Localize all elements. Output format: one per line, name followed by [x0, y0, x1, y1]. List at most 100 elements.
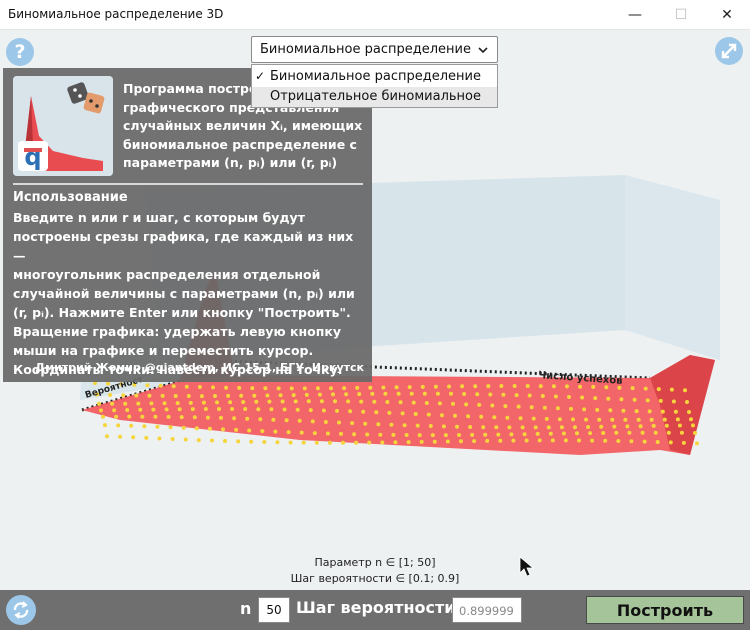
surface-point[interactable]: [693, 431, 697, 435]
surface-point[interactable]: [224, 385, 229, 390]
surface-point[interactable]: [275, 440, 280, 445]
surface-point[interactable]: [357, 392, 362, 397]
surface-point[interactable]: [604, 385, 609, 390]
surface-point[interactable]: [217, 407, 221, 411]
surface-point[interactable]: [668, 440, 673, 445]
surface-point[interactable]: [535, 431, 540, 436]
surface-point[interactable]: [385, 400, 390, 404]
surface-point[interactable]: [577, 438, 581, 443]
surface-point[interactable]: [660, 409, 665, 414]
surface-point[interactable]: [249, 439, 254, 444]
surface-point[interactable]: [99, 408, 103, 413]
surface-point[interactable]: [323, 420, 328, 424]
surface-point[interactable]: [129, 423, 134, 428]
surface-point[interactable]: [623, 417, 628, 422]
surface-point[interactable]: [333, 399, 337, 404]
surface-point[interactable]: [147, 393, 152, 398]
surface-point[interactable]: [164, 407, 169, 412]
surface-point[interactable]: [252, 393, 257, 398]
surface-point[interactable]: [280, 399, 285, 404]
surface-point[interactable]: [529, 405, 534, 410]
surface-point[interactable]: [387, 410, 392, 415]
surface-point[interactable]: [383, 391, 388, 396]
surface-point[interactable]: [391, 432, 396, 437]
surface-point[interactable]: [656, 387, 661, 392]
surface-point[interactable]: [666, 430, 671, 435]
surface-point[interactable]: [205, 415, 210, 420]
surface-point[interactable]: [636, 417, 641, 422]
surface-point[interactable]: [417, 433, 422, 438]
surface-point[interactable]: [207, 426, 212, 431]
surface-point[interactable]: [350, 421, 355, 426]
surface-point[interactable]: [105, 434, 109, 439]
surface-point[interactable]: [496, 432, 501, 437]
surface-point[interactable]: [642, 439, 647, 444]
surface-point[interactable]: [634, 409, 639, 414]
surface-point[interactable]: [505, 415, 510, 420]
surface-point[interactable]: [601, 431, 606, 435]
surface-point[interactable]: [538, 384, 543, 389]
surface-point[interactable]: [299, 430, 304, 435]
surface-point[interactable]: [544, 416, 549, 421]
surface-point[interactable]: [559, 425, 564, 430]
surface-point[interactable]: [282, 407, 287, 412]
surface-point[interactable]: [537, 438, 542, 443]
surface-point[interactable]: [197, 385, 202, 389]
surface-point[interactable]: [310, 419, 315, 424]
surface-point[interactable]: [389, 422, 394, 427]
surface-point[interactable]: [295, 407, 300, 412]
surface-point[interactable]: [422, 391, 427, 396]
surface-point[interactable]: [140, 414, 145, 419]
surface-point[interactable]: [451, 401, 455, 406]
surface-point[interactable]: [479, 414, 484, 419]
surface-point[interactable]: [531, 416, 536, 421]
surface-point[interactable]: [593, 396, 598, 401]
surface-point[interactable]: [470, 432, 475, 437]
surface-point[interactable]: [691, 423, 695, 428]
surface-point[interactable]: [582, 407, 587, 412]
surface-point[interactable]: [312, 431, 317, 436]
surface-point[interactable]: [304, 392, 309, 397]
surface-point[interactable]: [372, 399, 377, 404]
surface-point[interactable]: [632, 397, 637, 402]
surface-point[interactable]: [411, 400, 416, 405]
surface-point[interactable]: [490, 403, 495, 408]
surface-point[interactable]: [516, 404, 521, 409]
surface-point[interactable]: [407, 385, 412, 390]
surface-point[interactable]: [284, 418, 289, 423]
surface-point[interactable]: [466, 414, 471, 419]
surface-point[interactable]: [97, 401, 101, 406]
surface-point[interactable]: [439, 413, 444, 418]
surface-point[interactable]: [355, 385, 360, 390]
surface-point[interactable]: [194, 426, 199, 431]
surface-point[interactable]: [245, 416, 250, 421]
surface-point[interactable]: [481, 425, 486, 430]
surface-point[interactable]: [237, 385, 242, 390]
surface-point[interactable]: [563, 438, 568, 443]
surface-point[interactable]: [393, 440, 398, 445]
surface-point[interactable]: [145, 383, 150, 388]
surface-point[interactable]: [492, 415, 497, 420]
surface-point[interactable]: [380, 440, 385, 445]
surface-point[interactable]: [239, 393, 244, 398]
surface-point[interactable]: [363, 421, 368, 426]
surface-point[interactable]: [228, 400, 233, 405]
surface-point[interactable]: [131, 435, 136, 440]
surface-point[interactable]: [243, 407, 248, 411]
surface-point[interactable]: [368, 385, 373, 390]
surface-point[interactable]: [265, 393, 270, 398]
surface-point[interactable]: [153, 414, 158, 419]
surface-point[interactable]: [569, 406, 573, 411]
surface-point[interactable]: [673, 409, 678, 414]
surface-point[interactable]: [565, 384, 569, 389]
surface-point[interactable]: [256, 407, 261, 412]
surface-point[interactable]: [254, 399, 259, 404]
build-button[interactable]: Построить: [586, 596, 744, 624]
surface-point[interactable]: [223, 439, 227, 443]
surface-point[interactable]: [520, 425, 525, 430]
surface-point[interactable]: [301, 440, 306, 445]
surface-point[interactable]: [498, 438, 503, 443]
surface-point[interactable]: [664, 423, 669, 428]
surface-point[interactable]: [329, 386, 333, 391]
surface-point[interactable]: [230, 407, 235, 411]
